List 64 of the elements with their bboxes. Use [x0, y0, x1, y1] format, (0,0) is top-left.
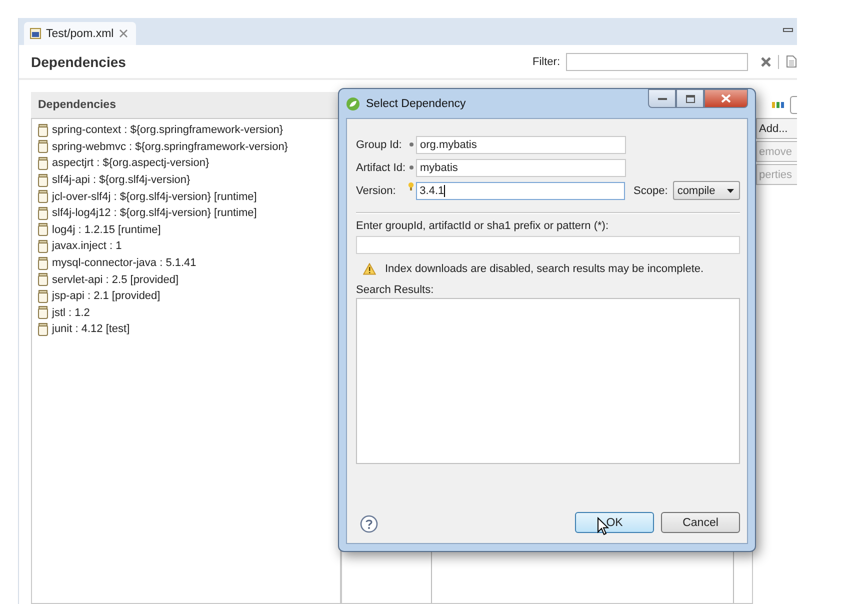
jar-icon	[38, 124, 48, 137]
dependency-item[interactable]: slf4j-api : ${org.slf4j-version}	[38, 172, 340, 188]
close-icon[interactable]	[118, 29, 128, 38]
dialog-title: Select Dependency	[366, 98, 467, 110]
scope-label: Scope:	[634, 184, 669, 196]
text-field[interactable]: 3.4.1	[416, 182, 625, 200]
minimize-button[interactable]	[648, 89, 676, 108]
search-field[interactable]	[356, 236, 740, 254]
jar-icon	[38, 273, 48, 286]
clear-icon[interactable]	[760, 56, 772, 68]
filter-field[interactable]	[566, 52, 748, 70]
text-field[interactable]: mybatis	[416, 158, 626, 176]
dependency-item[interactable]: spring-context : ${org.springframework-version}	[38, 122, 340, 139]
leaf-icon	[346, 96, 360, 110]
minimize-icon	[658, 97, 666, 100]
jar-icon	[38, 240, 48, 253]
maximize-icon	[686, 94, 694, 102]
filter-label: Filter:	[532, 56, 560, 68]
jar-icon	[38, 306, 48, 320]
query-label: Enter groupId, artifactId or sha1 prefix or pattern (*):	[356, 220, 610, 234]
close-button[interactable]	[704, 89, 748, 108]
dialog-button[interactable]: Cancel	[661, 512, 740, 533]
dependency-item[interactable]: jsp-api : 2.1 [provided]	[38, 288, 340, 305]
xml-file-icon	[30, 28, 41, 39]
field-label: Version:	[356, 184, 397, 196]
maximize-button[interactable]	[676, 89, 704, 108]
dependency-item[interactable]: spring-webmvc : ${org.springframework-version}	[38, 138, 340, 156]
dependency-item[interactable]: jstl : 1.2	[38, 304, 340, 322]
dependency-item[interactable]: servlet-api : 2.5 [provided]	[38, 271, 340, 288]
dependency-item[interactable]: javax.inject : 1	[38, 238, 340, 255]
side-button[interactable]: Add...	[756, 118, 797, 139]
columns-icon[interactable]	[772, 101, 784, 109]
minimize-icon[interactable]	[783, 27, 793, 33]
jar-icon	[38, 174, 48, 187]
text-field[interactable]: org.mybatis	[416, 136, 626, 154]
jar-icon	[38, 256, 48, 270]
scope-dropdown[interactable]: compile	[673, 181, 740, 200]
dialog-button[interactable]: OK	[575, 512, 654, 533]
dependency-item[interactable]: log4j : 1.2.15 [runtime]	[38, 222, 340, 238]
page-title: Dependencies	[31, 54, 127, 70]
close-icon	[721, 94, 731, 103]
help-icon[interactable]	[360, 515, 378, 533]
section-title: Dependencies	[38, 99, 116, 111]
field-label: Group Id:	[356, 138, 403, 150]
jar-icon	[38, 290, 48, 303]
jar-icon	[38, 190, 48, 204]
dependency-item[interactable]: junit : 4.12 [test]	[38, 321, 340, 338]
document-icon[interactable]	[785, 55, 797, 68]
results-label: Search Results:	[356, 284, 435, 298]
dependency-item[interactable]: slf4j-log4j12 : ${org.slf4j-version} [runtime]	[38, 204, 340, 222]
warning-icon	[363, 263, 376, 275]
toolbar-button[interactable]	[790, 96, 797, 114]
jar-icon	[38, 223, 48, 236]
jar-icon	[38, 140, 48, 154]
dependency-item[interactable]: aspectjrt : ${org.aspectj-version}	[38, 155, 340, 172]
field-label: Artifact Id:	[356, 162, 406, 174]
dependency-item[interactable]: jcl-over-slf4j : ${org.slf4j-version} [runtime]	[38, 188, 340, 205]
jar-icon	[38, 322, 48, 336]
dropdown-arrow-icon	[727, 188, 734, 192]
warning-text: Index downloads are disabled, search results may be incomplete.	[385, 263, 704, 275]
jar-icon	[38, 206, 48, 220]
dependency-item[interactable]: mysql-connector-java : 5.1.41	[38, 254, 340, 272]
editor-tab[interactable]: Test/pom.xml	[24, 22, 136, 45]
jar-icon	[38, 156, 48, 170]
